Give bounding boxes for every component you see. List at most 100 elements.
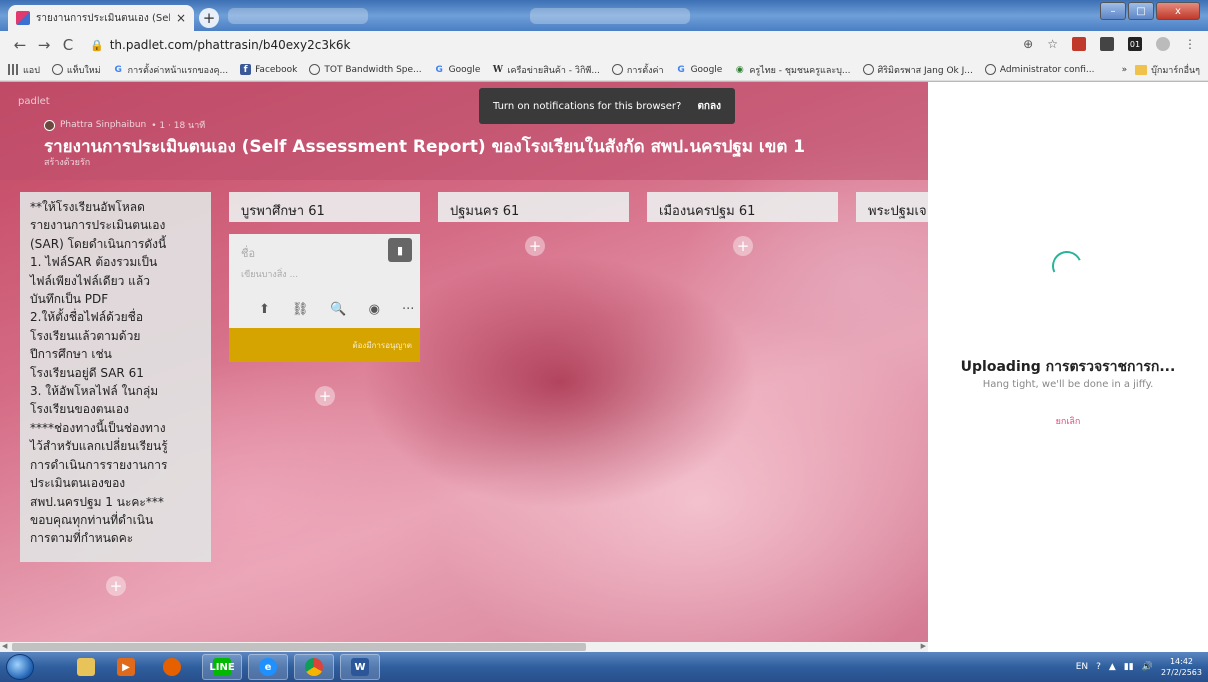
clock[interactable]: 14:42 27/2/2563 [1161, 656, 1202, 678]
zoom-icon[interactable]: ⊕ [1023, 37, 1033, 51]
blurred-tab[interactable] [530, 8, 690, 24]
bookmark-item[interactable]: แอป [8, 63, 40, 77]
menu-icon[interactable]: ⋮ [1184, 37, 1196, 51]
taskbar-word[interactable]: W [340, 654, 380, 680]
scrollbar-thumb[interactable] [12, 643, 586, 651]
volume-icon[interactable]: 🔊 [1142, 662, 1153, 672]
globe-icon [309, 64, 321, 75]
upload-panel: Uploading การตรวจราชการก... Hang tight, … [928, 82, 1208, 652]
notification-toast: Turn on notifications for this browser? … [479, 88, 735, 124]
extension-icon[interactable]: 01 [1128, 37, 1142, 51]
scroll-right-icon[interactable]: ▶ [921, 642, 926, 650]
firefox-icon [163, 658, 181, 676]
bookmark-item[interactable]: G การตั้งค่าหน้าแรกของคุ... [113, 63, 228, 77]
chrome-icon [305, 658, 323, 676]
upload-title: Uploading การตรวจราชการก... [960, 359, 1176, 375]
folder-icon [77, 658, 95, 676]
link-icon[interactable]: ⛓ [292, 302, 309, 317]
camera-icon[interactable]: ◉ [369, 302, 380, 317]
author-line: Phattra Sinphaibun • 1 · 18 นาที [44, 118, 205, 132]
bookmark-item[interactable]: ศิริมิตรพาส Jang Ok J... [862, 63, 973, 77]
add-post-button[interactable]: + [315, 386, 335, 406]
wikipedia-icon: W [492, 64, 503, 75]
browser-tab[interactable]: รายงานการประเมินตนเอง (Self Assess × [8, 5, 194, 31]
bookmark-item[interactable]: การตั้งค่า [611, 63, 664, 77]
star-icon[interactable]: ☆ [1047, 37, 1058, 51]
profile-icon[interactable] [1156, 37, 1170, 51]
bookmark-item[interactable]: G Google [676, 64, 722, 75]
apps-icon [8, 64, 19, 75]
globe-icon [862, 64, 874, 75]
bookmarks-overflow-icon[interactable]: » [1122, 65, 1128, 75]
trash-icon[interactable]: ▮ [388, 238, 412, 262]
url-field[interactable]: th.padlet.com/phattrasin/b40exy2c3k6k [110, 38, 351, 52]
line-icon: LINE [209, 658, 235, 676]
bookmark-item[interactable]: แท็บใหม่ [51, 63, 101, 77]
window-controls: – □ x [1100, 2, 1200, 20]
column-header[interactable]: เมืองนครปฐม 61 [647, 192, 838, 222]
extension-icon[interactable] [1100, 37, 1114, 51]
media-player-icon: ▶ [117, 658, 135, 676]
start-button[interactable] [6, 654, 34, 680]
maximize-icon[interactable]: □ [1128, 2, 1154, 20]
minimize-icon[interactable]: – [1100, 2, 1126, 20]
add-post-button[interactable]: + [525, 236, 545, 256]
post-body-input[interactable]: เขียนบางสิ่ง ... [241, 267, 298, 281]
reload-icon[interactable]: C [56, 36, 80, 54]
bookmark-item[interactable]: TOT Bandwidth Spe... [309, 64, 422, 75]
bookmark-item[interactable]: G Google [434, 64, 480, 75]
tab-close-icon[interactable]: × [176, 11, 186, 25]
system-tray: EN ? ▲ ▮▮ 🔊 14:42 27/2/2563 [1076, 652, 1202, 682]
taskbar-media[interactable]: ▶ [106, 654, 146, 680]
show-hidden-icons-icon[interactable]: ▲ [1109, 662, 1116, 672]
browser-tab-strip: รายงานการประเมินตนเอง (Self Assess × + –… [0, 0, 1208, 31]
column-header[interactable]: บูรพาศึกษา 61 [229, 192, 420, 222]
clock-time: 14:42 [1169, 657, 1194, 666]
taskbar-explorer[interactable] [66, 654, 106, 680]
avatar[interactable] [44, 119, 55, 131]
horizontal-scrollbar[interactable]: ◀ ▶ [0, 642, 928, 652]
cancel-upload-button[interactable]: ยกเลิก [928, 414, 1208, 428]
back-icon[interactable]: ← [8, 36, 32, 54]
forward-icon[interactable]: → [32, 36, 56, 54]
extension-icon[interactable] [1072, 37, 1086, 51]
globe-icon [611, 64, 623, 75]
post-toolbar: ⬆ ⛓ 🔍 ◉ ··· [259, 302, 414, 317]
search-icon[interactable]: 🔍 [330, 302, 346, 317]
address-bar: ← → C 🔒 th.padlet.com/phattrasin/b40exy2… [0, 31, 1208, 59]
add-post-button[interactable]: + [106, 576, 126, 596]
column-header[interactable]: ปฐมนคร 61 [438, 192, 629, 222]
google-icon: G [435, 64, 443, 75]
blurred-tab[interactable] [228, 8, 368, 24]
taskbar-ie[interactable]: e [248, 654, 288, 680]
lock-icon[interactable]: 🔒 [90, 39, 104, 52]
more-icon[interactable]: ··· [402, 302, 414, 317]
word-icon: W [351, 658, 369, 676]
instruction-note[interactable]: **ให้โรงเรียนอัพโหลด รายงานการประเมินตนเ… [20, 192, 211, 562]
bookmarks-bar: แอป แท็บใหม่ G การตั้งค่าหน้าแรกของคุ... … [0, 59, 1208, 81]
upload-icon[interactable]: ⬆ [259, 302, 270, 317]
help-icon[interactable]: ? [1096, 662, 1101, 672]
add-post-button[interactable]: + [733, 236, 753, 256]
bookmark-item[interactable]: Administrator confi... [984, 64, 1094, 75]
bookmark-item[interactable]: W เครือข่ายสินค้า - วิกิพี... [492, 63, 600, 77]
globe-icon [984, 64, 996, 75]
padlet-favicon-icon [16, 11, 30, 25]
taskbar-chrome[interactable] [294, 654, 334, 680]
toast-ok-button[interactable]: ตกลง [697, 99, 721, 114]
taskbar-firefox[interactable] [152, 654, 192, 680]
padlet-logo[interactable]: padlet [18, 96, 50, 107]
new-tab-button[interactable]: + [199, 8, 219, 28]
post-title-input[interactable]: ชื่อ [241, 244, 255, 262]
bookmark-item[interactable]: ◉ ครูไทย - ชุมชนครูและบุ... [734, 63, 851, 77]
bookmark-item[interactable]: f Facebook [240, 64, 297, 75]
close-window-icon[interactable]: x [1156, 2, 1200, 20]
language-indicator[interactable]: EN [1076, 662, 1088, 672]
other-bookmarks-folder[interactable]: บุ๊กมาร์กอื่นๆ [1135, 63, 1200, 77]
column-header[interactable]: พระปฐมเจ [856, 192, 928, 222]
network-icon[interactable]: ▮▮ [1124, 662, 1134, 672]
taskbar-line[interactable]: LINE [202, 654, 242, 680]
scroll-left-icon[interactable]: ◀ [2, 642, 7, 650]
wall-header: padlet Phattra Sinphaibun • 1 · 18 นาที … [0, 82, 928, 180]
upload-subtitle: Hang tight, we'll be done in a jiffy. [982, 379, 1154, 390]
